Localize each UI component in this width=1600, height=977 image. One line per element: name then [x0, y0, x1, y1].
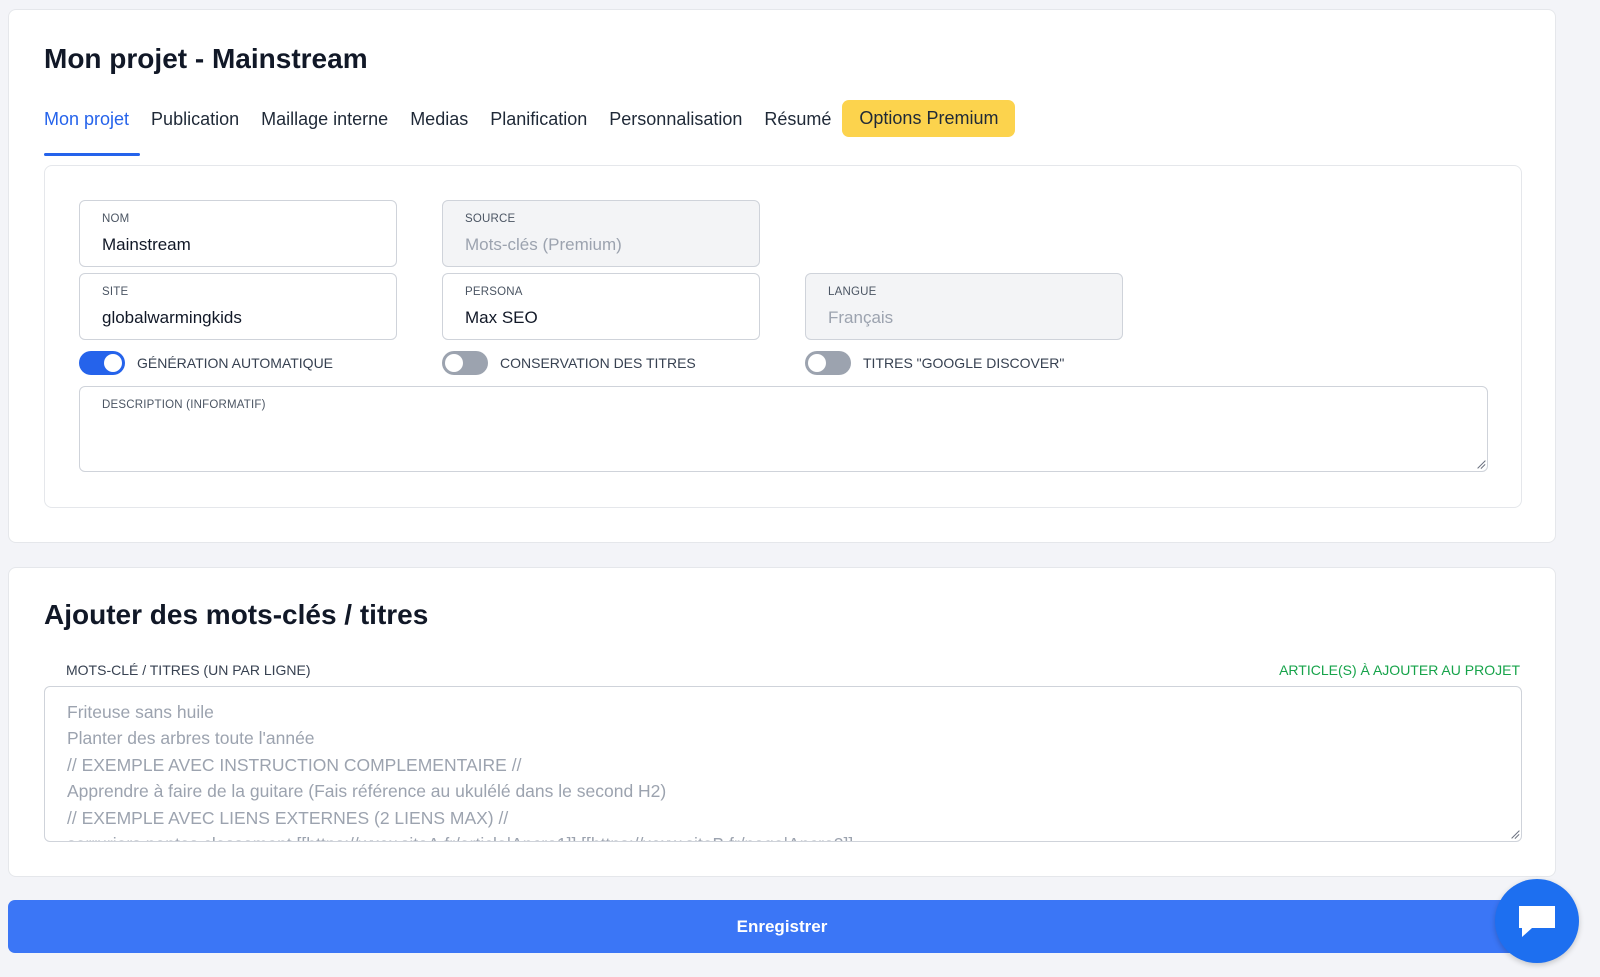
langue-field: LANGUE Français: [805, 273, 1123, 340]
source-field: SOURCE Mots-clés (Premium): [442, 200, 760, 267]
chat-button[interactable]: [1495, 879, 1579, 963]
generation-automatique-label: GÉNÉRATION AUTOMATIQUE: [137, 355, 334, 371]
tab-publication[interactable]: Publication: [140, 100, 250, 156]
langue-value: Français: [828, 308, 894, 327]
persona-value: Max SEO: [465, 308, 538, 327]
toggle-knob: [104, 354, 122, 372]
nom-field[interactable]: NOM Mainstream: [79, 200, 397, 267]
tab-personnalisation[interactable]: Personnalisation: [598, 100, 753, 156]
conservation-titres-label: CONSERVATION DES TITRES: [500, 355, 696, 371]
tab-options-premium[interactable]: Options Premium: [842, 100, 1016, 137]
save-button[interactable]: Enregistrer: [8, 900, 1556, 953]
project-tabs: Mon projet Publication Maillage interne …: [44, 100, 1520, 156]
tab-planification[interactable]: Planification: [479, 100, 598, 156]
chat-bubble-icon: [1519, 906, 1555, 937]
description-label: DESCRIPTION (INFORMATIF): [102, 399, 266, 411]
placeholder-line: serruriers nantes classement [[https://w…: [67, 831, 1499, 841]
site-field[interactable]: SITE globalwarmingkids: [79, 273, 397, 340]
persona-label: PERSONA: [465, 286, 523, 298]
toggle-knob: [445, 354, 463, 372]
google-discover-label: TITRES "GOOGLE DISCOVER": [863, 355, 1065, 371]
keywords-title: Ajouter des mots-clés / titres: [44, 599, 429, 630]
description-textarea[interactable]: DESCRIPTION (INFORMATIF): [79, 386, 1488, 472]
source-label: SOURCE: [465, 213, 516, 225]
persona-field[interactable]: PERSONA Max SEO: [442, 273, 760, 340]
langue-label: LANGUE: [828, 286, 877, 298]
keywords-textarea[interactable]: Friteuse sans huile Planter des arbres t…: [44, 686, 1522, 842]
placeholder-line: Friteuse sans huile: [67, 702, 214, 722]
page-title: Mon projet - Mainstream: [44, 43, 368, 74]
toggle-knob: [808, 354, 826, 372]
generation-automatique-row: GÉNÉRATION AUTOMATIQUE: [79, 351, 333, 375]
keywords-card: Ajouter des mots-clés / titres MOTS-CLÉ …: [8, 567, 1556, 877]
project-card: Mon projet - Mainstream Mon projet Publi…: [8, 9, 1556, 543]
site-label: SITE: [102, 286, 129, 298]
tab-medias[interactable]: Medias: [399, 100, 479, 156]
keywords-field-label: MOTS-CLÉ / TITRES (UN PAR LIGNE): [66, 662, 311, 678]
site-value: globalwarmingkids: [102, 308, 242, 327]
articles-to-add-label: ARTICLE(S) À AJOUTER AU PROJET: [1279, 662, 1520, 678]
google-discover-toggle[interactable]: [805, 351, 851, 375]
placeholder-line: // EXEMPLE AVEC INSTRUCTION COMPLEMENTAI…: [67, 754, 522, 775]
conservation-titres-toggle[interactable]: [442, 351, 488, 375]
project-settings-panel: NOM Mainstream SOURCE Mots-clés (Premium…: [44, 165, 1522, 508]
generation-automatique-toggle[interactable]: [79, 351, 125, 375]
nom-label: NOM: [102, 213, 130, 225]
conservation-titres-row: CONSERVATION DES TITRES: [442, 351, 696, 375]
resize-handle-icon[interactable]: [1474, 458, 1485, 469]
resize-handle-icon[interactable]: [1508, 828, 1519, 839]
tab-mon-projet[interactable]: Mon projet: [44, 100, 141, 156]
placeholder-line: Apprendre à faire de la guitare (Fais ré…: [67, 781, 667, 802]
tab-maillage-interne[interactable]: Maillage interne: [250, 100, 399, 156]
source-value: Mots-clés (Premium): [465, 235, 622, 254]
placeholder-line: // EXEMPLE AVEC LIENS EXTERNES (2 LIENS …: [67, 807, 509, 828]
placeholder-line: Planter des arbres toute l'année: [67, 728, 315, 749]
google-discover-row: TITRES "GOOGLE DISCOVER": [805, 351, 1064, 375]
tab-resume[interactable]: Résumé: [753, 100, 842, 156]
nom-value: Mainstream: [102, 235, 191, 254]
